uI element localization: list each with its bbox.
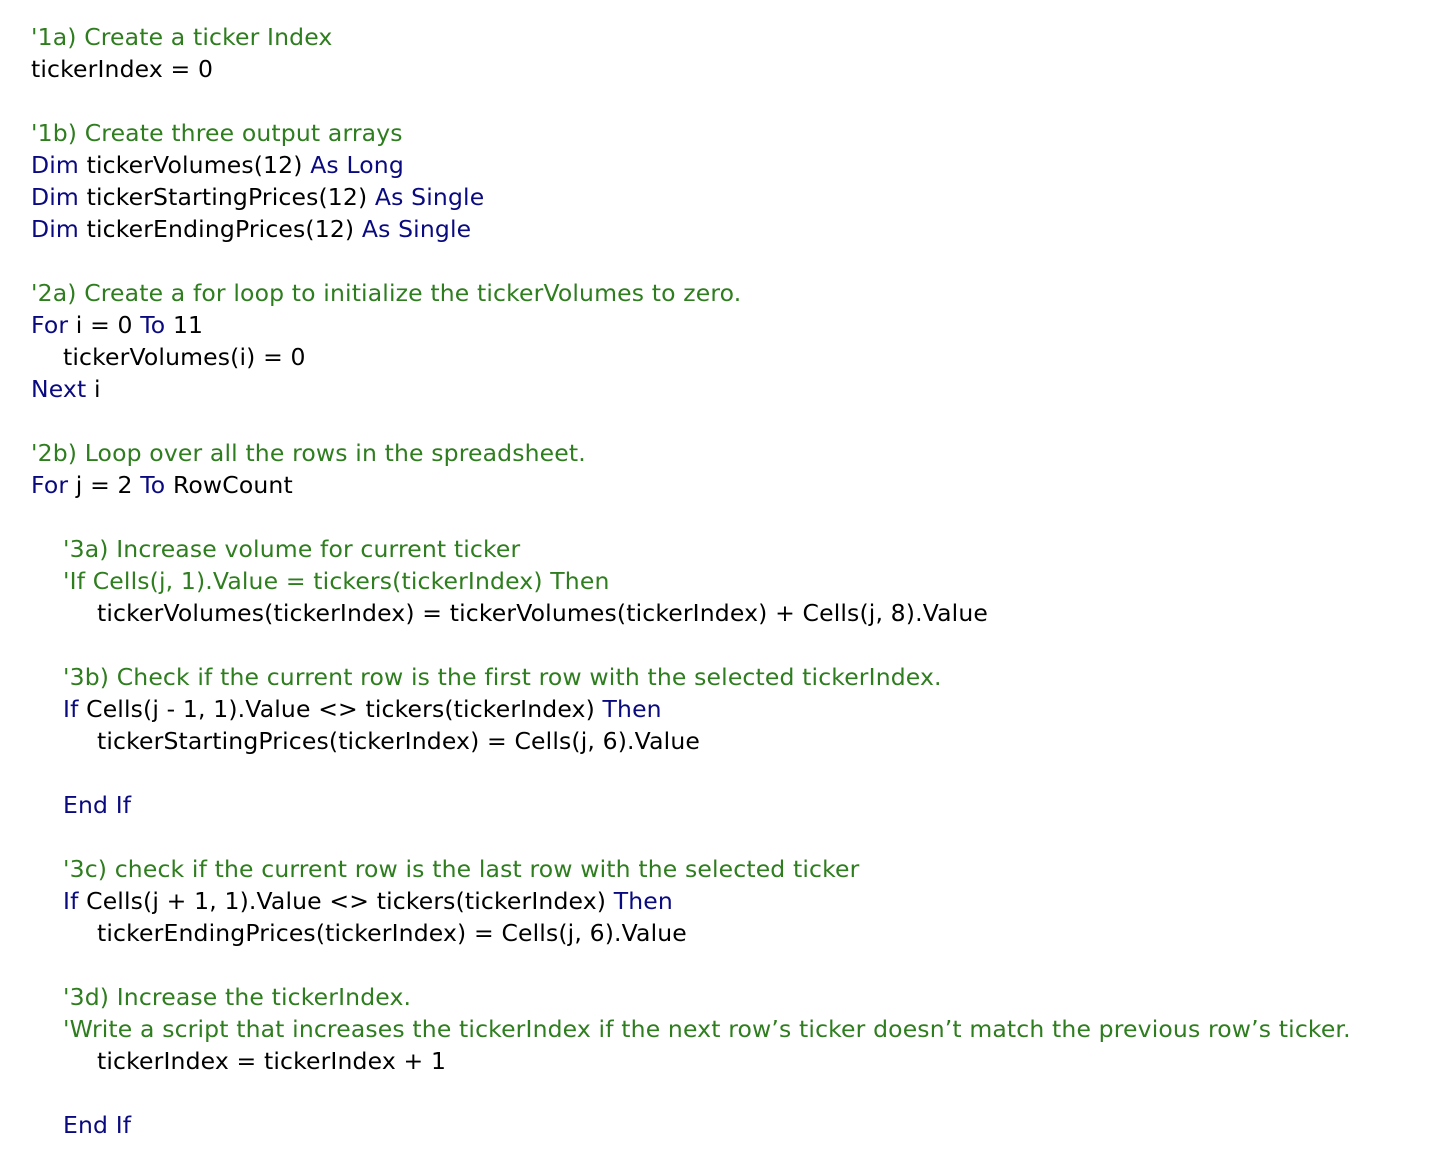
code-text: i [86, 375, 101, 403]
code-editor[interactable]: '1a) Create a ticker Index tickerIndex = … [31, 21, 1454, 1141]
code-keyword: As Long [310, 151, 404, 179]
code-line: tickerStartingPrices(tickerIndex) = Cell… [31, 725, 1454, 757]
code-line: If Cells(j - 1, 1).Value <> tickers(tick… [31, 693, 1454, 725]
code-text: tickerVolumes(tickerIndex) = tickerVolum… [97, 599, 989, 627]
code-keyword: Then [602, 695, 662, 723]
code-keyword: To [140, 311, 166, 339]
code-comment: '3d) Increase the tickerIndex. [63, 983, 412, 1011]
code-comment: '2a) Create a for loop to initialize the… [31, 279, 742, 307]
code-text: j = 2 [68, 471, 141, 499]
code-line: For j = 2 To RowCount [31, 469, 1454, 501]
code-line: End If [31, 1109, 1454, 1141]
code-keyword: Dim [31, 215, 79, 243]
code-line: tickerVolumes(i) = 0 [31, 341, 1454, 373]
code-comment: '3a) Increase volume for current ticker [63, 535, 521, 563]
code-keyword: Then [613, 887, 673, 915]
code-keyword: To [140, 471, 166, 499]
code-line: For i = 0 To 11 [31, 309, 1454, 341]
code-line: '3c) check if the current row is the las… [31, 853, 1454, 885]
code-keyword: Dim [31, 183, 79, 211]
code-keyword: For [31, 471, 69, 499]
code-text: 11 [165, 311, 204, 339]
code-text: tickerStartingPrices(12) [78, 183, 375, 211]
code-comment: 'If Cells(j, 1).Value = tickers(tickerIn… [63, 567, 610, 595]
code-comment: '3b) Check if the current row is the fir… [63, 663, 942, 691]
code-line: '2a) Create a for loop to initialize the… [31, 277, 1454, 309]
code-line: Dim tickerEndingPrices(12) As Single [31, 213, 1454, 245]
code-line: tickerIndex = tickerIndex + 1 [31, 1045, 1454, 1077]
code-line: 'If Cells(j, 1).Value = tickers(tickerIn… [31, 565, 1454, 597]
code-comment: 'Write a script that increases the ticke… [63, 1015, 1351, 1043]
code-line: If Cells(j + 1, 1).Value <> tickers(tick… [31, 885, 1454, 917]
code-line: '3a) Increase volume for current ticker [31, 533, 1454, 565]
code-keyword: If [63, 695, 79, 723]
code-text: RowCount [165, 471, 293, 499]
code-comment: '1a) Create a ticker Index [31, 23, 333, 51]
code-line: '1a) Create a ticker Index [31, 21, 1454, 53]
code-keyword: Dim [31, 151, 79, 179]
code-keyword: For [31, 311, 69, 339]
code-text: tickerIndex = 0 [31, 55, 214, 83]
code-line: 'Write a script that increases the ticke… [31, 1013, 1454, 1045]
code-keyword: End If [63, 791, 132, 819]
code-keyword: Next [31, 375, 87, 403]
code-comment: '2b) Loop over all the rows in the sprea… [31, 439, 586, 467]
code-line: tickerVolumes(tickerIndex) = tickerVolum… [31, 597, 1454, 629]
code-line: Dim tickerVolumes(12) As Long [31, 149, 1454, 181]
code-keyword: End If [63, 1111, 132, 1139]
code-text: Cells(j - 1, 1).Value <> tickers(tickerI… [78, 695, 603, 723]
code-line: '1b) Create three output arrays [31, 117, 1454, 149]
code-line: tickerEndingPrices(tickerIndex) = Cells(… [31, 917, 1454, 949]
code-text: i = 0 [68, 311, 141, 339]
code-text: Cells(j + 1, 1).Value <> tickers(tickerI… [78, 887, 614, 915]
code-line: tickerIndex = 0 [31, 53, 1454, 85]
code-line: '3d) Increase the tickerIndex. [31, 981, 1454, 1013]
code-text: tickerStartingPrices(tickerIndex) = Cell… [97, 727, 700, 755]
code-line: Dim tickerStartingPrices(12) As Single [31, 181, 1454, 213]
code-comment: '3c) check if the current row is the las… [63, 855, 860, 883]
code-text: tickerVolumes(12) [78, 151, 311, 179]
code-text: tickerIndex = tickerIndex + 1 [97, 1047, 447, 1075]
code-line: Next i [31, 373, 1454, 405]
code-text: tickerEndingPrices(tickerIndex) = Cells(… [97, 919, 687, 947]
code-text: tickerVolumes(i) = 0 [63, 343, 306, 371]
code-keyword: If [63, 887, 79, 915]
code-line: '2b) Loop over all the rows in the sprea… [31, 437, 1454, 469]
code-line: '3b) Check if the current row is the fir… [31, 661, 1454, 693]
code-text: tickerEndingPrices(12) [78, 215, 362, 243]
code-line: End If [31, 789, 1454, 821]
code-keyword: As Single [361, 215, 472, 243]
code-comment: '1b) Create three output arrays [31, 119, 403, 147]
code-keyword: As Single [374, 183, 485, 211]
